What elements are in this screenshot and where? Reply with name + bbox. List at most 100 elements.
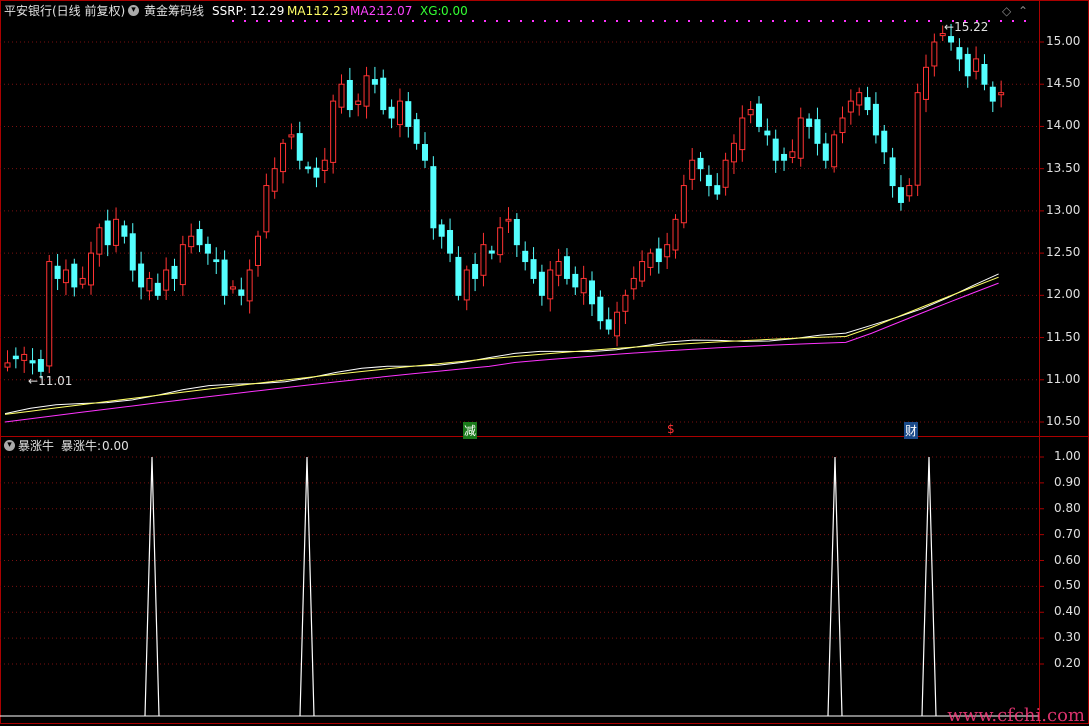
candle-body	[814, 119, 821, 144]
candle-body	[346, 79, 353, 111]
candle-body	[163, 269, 170, 291]
candle-body	[781, 153, 788, 161]
candle-body	[71, 263, 78, 288]
signal-dot	[808, 20, 810, 22]
candle-body	[422, 144, 428, 161]
candle-body	[981, 63, 988, 85]
sub-tick-label: 0.40	[1054, 604, 1081, 619]
candle-body	[37, 359, 44, 372]
signal-dot	[508, 20, 510, 22]
signal-dot	[724, 20, 726, 22]
signal-dot	[688, 20, 690, 22]
candle-body	[664, 244, 671, 258]
sub-tick-label: 0.90	[1054, 474, 1081, 489]
signal-dot	[232, 20, 234, 22]
marker-cai[interactable]: 财	[904, 422, 919, 439]
signal-dot	[292, 20, 294, 22]
signal-dot	[760, 20, 762, 22]
candle-body	[146, 277, 153, 292]
candle-body	[138, 263, 145, 288]
candle-body	[271, 168, 278, 192]
candle-body	[923, 66, 929, 100]
sub-tick-label: 0.50	[1054, 578, 1081, 593]
signal-dot	[844, 20, 846, 22]
candle-body	[555, 261, 562, 276]
candle-body	[255, 235, 261, 266]
signal-dot	[796, 20, 798, 22]
candle-body	[630, 277, 637, 290]
candle-body	[872, 103, 879, 136]
candle-body	[547, 269, 554, 300]
candle-body	[213, 259, 220, 263]
candle-body	[697, 157, 704, 170]
candle-body	[305, 166, 312, 170]
price-tick-label: 12.00	[1046, 287, 1081, 302]
candle-body	[563, 256, 570, 279]
high-price-label: ←15.22	[944, 20, 989, 34]
candle-body	[572, 273, 579, 288]
candle-body	[597, 296, 604, 322]
signal-dot	[916, 20, 918, 22]
candle-body	[104, 220, 111, 246]
signal-dot	[328, 20, 330, 22]
candle-body	[280, 142, 287, 173]
signal-dot	[256, 20, 258, 22]
signal-dot	[520, 20, 522, 22]
candle-body	[221, 259, 228, 296]
candle-body	[321, 159, 328, 171]
signal-dot	[280, 20, 282, 22]
candle-body	[330, 100, 337, 163]
chart-canvas[interactable]	[0, 0, 1089, 724]
candle-body	[689, 159, 696, 180]
candle-body	[722, 159, 729, 188]
candle-body	[79, 277, 86, 285]
candle-body	[513, 219, 520, 246]
candle-body	[622, 294, 629, 312]
candle-body	[605, 319, 612, 330]
candle-body	[964, 53, 971, 77]
signal-dot	[676, 20, 678, 22]
ssrp-line	[4, 273, 999, 415]
ma2-line	[4, 282, 999, 423]
signal-dot	[544, 20, 546, 22]
signal-dot	[640, 20, 642, 22]
signal-dot	[892, 20, 894, 22]
candle-body	[371, 79, 378, 85]
candle-body	[204, 243, 211, 254]
signal-dot	[568, 20, 570, 22]
signal-dot	[856, 20, 858, 22]
signal-dot	[712, 20, 714, 22]
candle-body	[129, 233, 136, 271]
price-tick-label: 15.00	[1046, 34, 1081, 48]
signal-dot	[412, 20, 414, 22]
signal-dot	[784, 20, 786, 22]
signal-dot	[736, 20, 738, 22]
candle-body	[455, 256, 462, 296]
sub-tick-label: 0.80	[1054, 500, 1081, 515]
signal-dot	[652, 20, 654, 22]
marker-jian[interactable]: 减	[463, 422, 478, 439]
signal-dot	[748, 20, 750, 22]
signal-dot	[484, 20, 486, 22]
signal-dot	[628, 20, 630, 22]
candle-body	[4, 362, 11, 368]
signal-dot	[376, 20, 378, 22]
marker-dollar[interactable]: $	[667, 422, 675, 436]
price-tick-label: 14.00	[1046, 118, 1081, 133]
candle-body	[29, 360, 36, 364]
signal-dot	[772, 20, 774, 22]
price-tick-label: 13.00	[1046, 202, 1081, 217]
candle-body	[906, 185, 913, 197]
signal-dot	[580, 20, 582, 22]
candle-body	[789, 151, 796, 158]
candle-body	[396, 100, 403, 126]
candle-body	[589, 280, 595, 305]
candle-body	[655, 248, 662, 263]
candle-body	[973, 58, 980, 72]
candle-body	[839, 117, 846, 134]
candle-body	[171, 265, 178, 279]
sub-tick-label: 0.60	[1054, 552, 1081, 567]
candle-body	[714, 185, 721, 195]
signal-dot	[352, 20, 354, 22]
candle-body	[96, 227, 103, 255]
